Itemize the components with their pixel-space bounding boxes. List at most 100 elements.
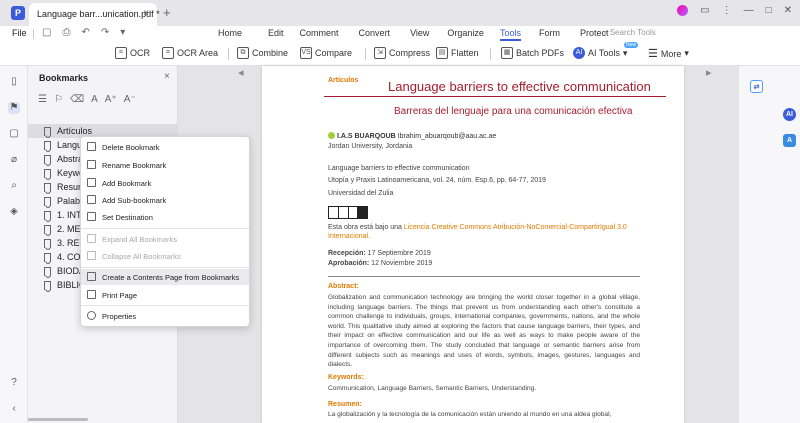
collapse-all-item[interactable]: Collapse All Bookmarks [81, 248, 249, 264]
creative-commons-icon [328, 206, 368, 219]
document-tab-title: Language barr...unication.pdf * [37, 9, 160, 19]
delete-bookmark-item[interactable]: Delete Bookmark [81, 139, 249, 155]
menu-home[interactable]: Home [218, 28, 242, 38]
ocr-button[interactable]: ⌗ OCR [115, 47, 150, 59]
document-view: ◂ ▸ Artículos Language barriers to effec… [178, 66, 738, 423]
add-bookmark-label: Add Bookmark [102, 178, 152, 188]
divider [81, 228, 249, 229]
search-tools-input[interactable]: ⌕ Search Tools [603, 28, 656, 38]
bookmark-icon [44, 182, 51, 192]
flatten-button[interactable]: ▤ Flatten [436, 47, 479, 59]
avatar[interactable] [677, 5, 689, 16]
print-icon[interactable]: ⎙ [62, 27, 70, 38]
translate-ai-icon[interactable]: A [783, 134, 796, 147]
menu-convert[interactable]: Convert [359, 28, 391, 38]
horizontal-scrollbar[interactable] [28, 418, 88, 421]
properties-item[interactable]: Properties [81, 308, 249, 324]
ocr-label: OCR [130, 48, 150, 58]
rename-bookmark-item[interactable]: Rename Bookmark [81, 157, 249, 173]
menu-view[interactable]: View [410, 28, 429, 38]
expand-all-item[interactable]: Expand All Bookmarks [81, 231, 249, 247]
menu-edit[interactable]: Edit [268, 28, 284, 38]
search-icon[interactable]: ⌕ [8, 180, 20, 192]
more-label: More [660, 48, 682, 59]
menu-organize[interactable]: Organize [447, 28, 484, 38]
ai-assistant-icon[interactable]: AI [783, 108, 796, 121]
bookmarks-title: Bookmarks [39, 73, 89, 83]
new-badge: New [624, 42, 639, 48]
bookmark-icon [44, 196, 51, 206]
main-menu: Home Edit Comment Convert View Organize … [218, 28, 608, 41]
bookmark-icon[interactable]: ⚑ [8, 102, 20, 114]
university: Universidad del Zulia [328, 190, 394, 197]
close-window-icon[interactable]: ✕ [784, 5, 792, 16]
combine-button[interactable]: ⧉ Combine [237, 47, 288, 59]
license-prefix: Esta obra está bajo una [328, 224, 404, 231]
set-destination-item[interactable]: Set Destination [81, 209, 249, 225]
page-section: Artículos [328, 77, 359, 84]
print-icon [87, 290, 96, 299]
ocr-area-button[interactable]: ⌗ OCR Area [162, 47, 218, 59]
create-contents-item[interactable]: Create a Contents Page from Bookmarks [81, 269, 249, 285]
collapse-panel-icon[interactable]: ‹ [8, 403, 20, 415]
redo-icon[interactable]: ↷ [101, 27, 109, 38]
add-bookmark-item[interactable]: Add Bookmark [81, 175, 249, 191]
layers-icon[interactable]: ◈ [8, 206, 20, 218]
delete-bookmark-label: Delete Bookmark [102, 142, 160, 152]
divider [328, 276, 640, 277]
license-text: Esta obra está bajo una Licencia Creativ… [328, 223, 640, 241]
resumen-heading: Resumen: [328, 401, 362, 408]
bookmark-icon [44, 252, 51, 262]
menu-form[interactable]: Form [539, 28, 560, 38]
delete-bookmark-icon[interactable]: ⌫ [70, 94, 84, 105]
more-icon[interactable]: ⋮ [722, 5, 732, 16]
maximize-icon[interactable]: □ [766, 5, 772, 16]
help-icon[interactable]: ? [8, 377, 20, 389]
expand-options-icon[interactable]: ☰ [38, 94, 47, 105]
compare-button[interactable]: VS Compare [300, 47, 352, 59]
close-tab-icon[interactable]: × [143, 8, 149, 19]
author-email: Ibrahim_abuarqoub@aau.ac.ae [397, 133, 497, 140]
decrease-font-icon[interactable]: A⁻ [124, 94, 136, 105]
customize-icon[interactable]: ▾ [120, 27, 125, 38]
affiliation: Jordan University, Jordania [328, 143, 413, 150]
translate-icon[interactable]: ⇄ [750, 80, 763, 93]
ai-tools-button[interactable]: AI AI Tools ▾ [573, 47, 627, 59]
rename-bookmark-icon[interactable]: A [91, 94, 98, 105]
print-page-item[interactable]: Print Page [81, 287, 249, 303]
document-tab[interactable]: Language barr...unication.pdf * × [29, 3, 160, 26]
add-bookmark-icon[interactable]: ⚐ [54, 94, 63, 105]
received-line: Recepción: 17 Septiembre 2019 [328, 250, 431, 257]
close-panel-icon[interactable]: × [164, 71, 170, 82]
tools-toolbar: ⌗ OCR ⌗ OCR Area ⧉ Combine VS Compare ⇲ Compr… [0, 42, 800, 66]
approved-label: Aprobación: [328, 260, 370, 267]
increase-font-icon[interactable]: A⁺ [105, 94, 117, 105]
save-icon[interactable]: ▢ [42, 27, 51, 38]
minimize-icon[interactable]: — [744, 5, 754, 16]
menu-tools[interactable]: Tools [499, 28, 521, 41]
bookmark-icon [44, 280, 51, 290]
thumbnails-icon[interactable]: ▯ [8, 76, 20, 88]
bookmark-label: Artículos [57, 126, 93, 136]
chevron-down-icon: ▾ [684, 48, 689, 58]
new-tab-button[interactable]: + [163, 5, 171, 20]
keywords-heading: Keywords: [328, 374, 364, 381]
menu-comment[interactable]: Comment [300, 28, 339, 38]
menu-file[interactable]: File [12, 28, 27, 38]
compress-button[interactable]: ⇲ Compress [374, 47, 430, 59]
compress-icon: ⇲ [374, 47, 386, 59]
right-panel: ⇄ AI A [738, 66, 800, 423]
ocr-area-label: OCR Area [177, 48, 219, 58]
batch-pdfs-button[interactable]: ▦ Batch PDFs [501, 47, 564, 59]
message-icon[interactable]: ▭ [700, 5, 709, 16]
previous-page-icon[interactable]: ◂ [238, 66, 244, 79]
next-page-icon[interactable]: ▸ [706, 66, 712, 79]
comment-icon[interactable]: ▢ [8, 128, 20, 140]
add-sub-bookmark-item[interactable]: Add Sub-bookmark [81, 192, 249, 208]
flatten-icon: ▤ [436, 47, 448, 59]
more-button[interactable]: ☰ More ▾ [648, 47, 689, 60]
attachment-icon[interactable]: ⌀ [8, 154, 20, 166]
undo-icon[interactable]: ↶ [81, 27, 89, 38]
divider [33, 29, 34, 39]
properties-label: Properties [102, 311, 137, 321]
